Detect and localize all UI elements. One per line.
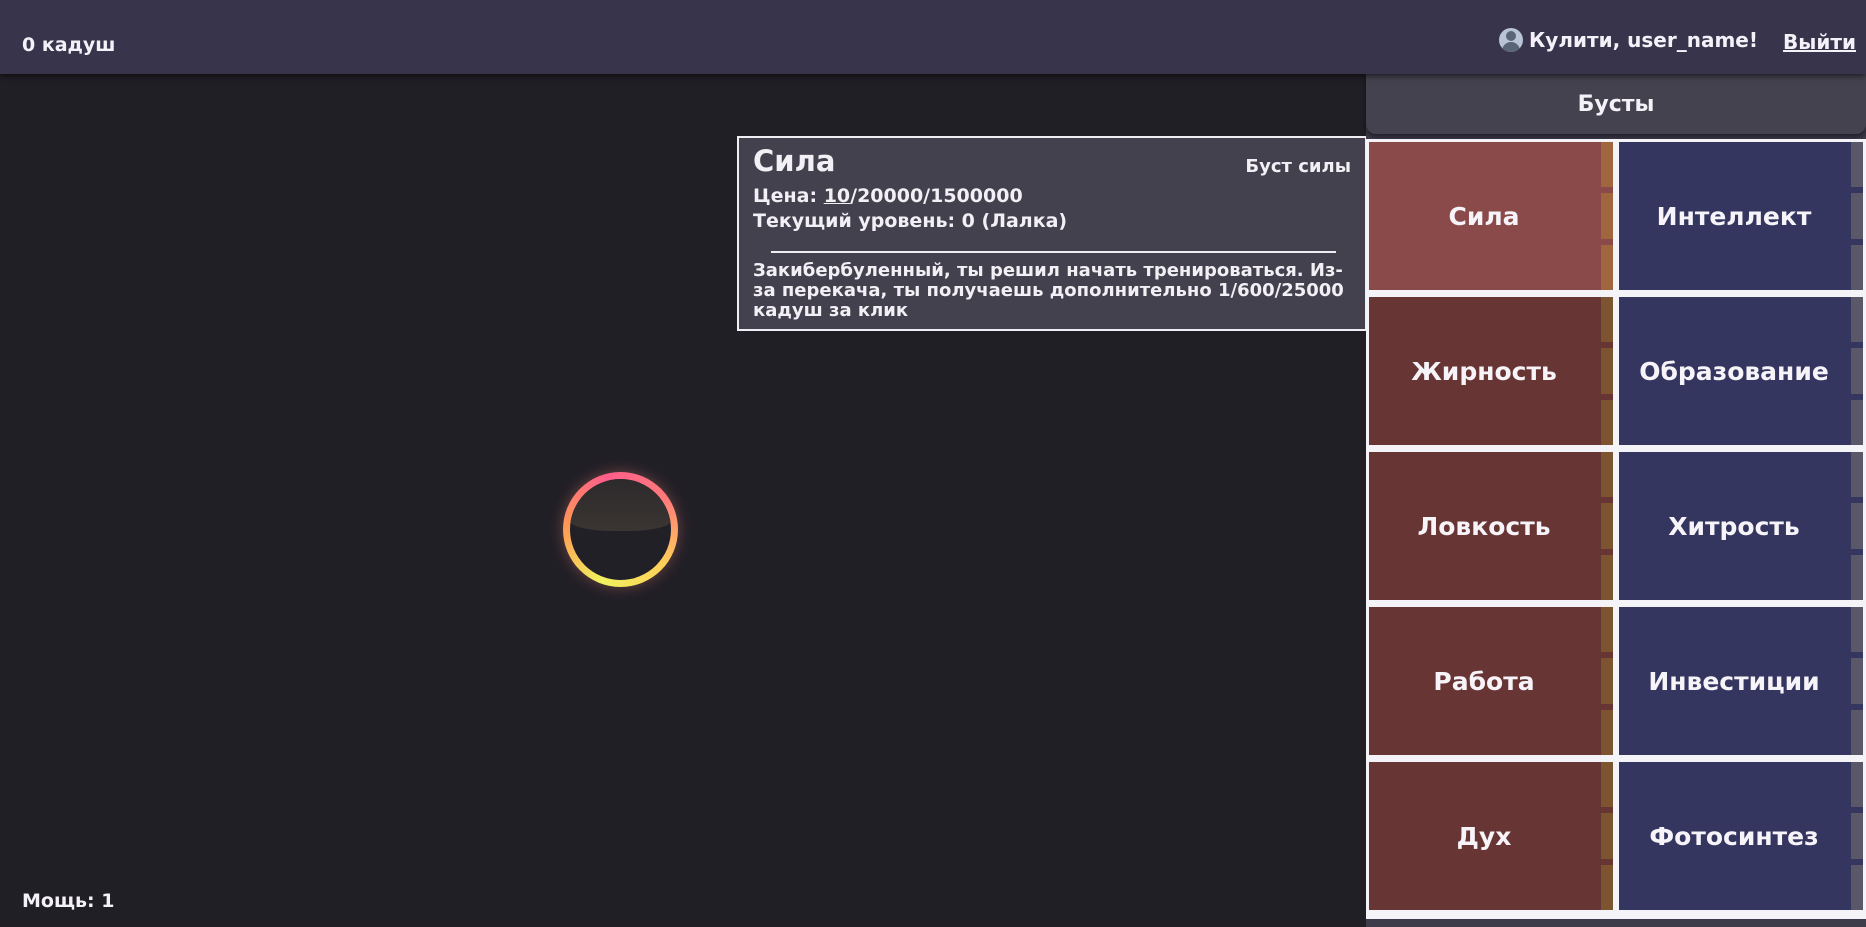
boost-level-pip — [1851, 244, 1863, 290]
boost-level-pip — [1851, 607, 1863, 653]
boost-level-pip — [1601, 244, 1613, 290]
boost-tile[interactable]: Хитрость — [1619, 452, 1863, 600]
boost-level-pip — [1851, 452, 1863, 498]
boost-level-pip — [1601, 709, 1613, 755]
tooltip-price: Цена: 10/20000/1500000 — [753, 185, 1023, 207]
power-stat: Мощь: 1 — [22, 890, 115, 912]
boost-level-pip — [1601, 762, 1613, 808]
boost-level-pip — [1601, 193, 1613, 239]
price-rest: /20000/1500000 — [850, 185, 1023, 207]
boosts-panel: Бусты Сила Интеллект Жирность Образование Ло… — [1366, 74, 1866, 927]
boost-tile-label: Интеллект — [1656, 201, 1812, 231]
boost-tile-label: Работа — [1433, 666, 1535, 696]
user-greeting: Кулити, user_name! — [1498, 28, 1758, 52]
boost-level-pip — [1851, 348, 1863, 394]
boost-level-pip — [1601, 142, 1613, 188]
boost-tile[interactable]: Интеллект — [1619, 142, 1863, 290]
boost-tile-label: Хитрость — [1668, 511, 1800, 541]
boosts-grid: Сила Интеллект Жирность Образование Ловкость… — [1366, 139, 1866, 919]
user-avatar-icon — [1498, 28, 1523, 52]
boost-tile-label: Сила — [1448, 201, 1520, 231]
tooltip-title: Сила — [753, 144, 836, 178]
boost-level-pip — [1601, 348, 1613, 394]
boosts-panel-title: Бусты — [1366, 74, 1866, 134]
boost-tile[interactable]: Сила — [1369, 142, 1613, 290]
boost-tooltip: Сила Буст силы Цена: 10/20000/1500000 Те… — [737, 136, 1367, 331]
boost-level-pip — [1601, 399, 1613, 445]
boost-level-indicator — [1851, 297, 1863, 445]
boost-level-indicator — [1851, 452, 1863, 600]
top-bar: 0 кадуш Кулити, user_name! Выйти — [0, 0, 1866, 74]
boost-level-pip — [1851, 658, 1863, 704]
boost-level-pip — [1851, 762, 1863, 808]
boost-level-pip — [1851, 864, 1863, 910]
boost-level-pip — [1601, 864, 1613, 910]
boost-level-pip — [1851, 193, 1863, 239]
boost-tile[interactable]: Работа — [1369, 607, 1613, 755]
click-circle-inner — [570, 479, 671, 580]
boost-level-pip — [1601, 813, 1613, 859]
boost-level-pip — [1851, 813, 1863, 859]
boost-tile[interactable]: Образование — [1619, 297, 1863, 445]
tooltip-level: Текущий уровень: 0 (Лалка) — [753, 210, 1068, 232]
boost-tile-label: Образование — [1639, 356, 1829, 386]
boost-level-indicator — [1851, 142, 1863, 290]
boost-tile[interactable]: Инвестиции — [1619, 607, 1863, 755]
price-label: Цена: — [753, 185, 824, 207]
boost-level-indicator — [1601, 452, 1613, 600]
balance-counter: 0 кадуш — [22, 34, 116, 56]
logout-link[interactable]: Выйти — [1783, 30, 1856, 54]
boost-level-pip — [1851, 399, 1863, 445]
tooltip-divider — [771, 251, 1336, 253]
boost-level-pip — [1601, 554, 1613, 600]
boost-level-indicator — [1601, 297, 1613, 445]
boost-tile-label: Ловкость — [1417, 511, 1551, 541]
price-current: 10 — [823, 185, 851, 207]
tooltip-boost-type: Буст силы — [1245, 156, 1351, 177]
boost-level-pip — [1601, 297, 1613, 343]
boost-tile[interactable]: Дух — [1369, 762, 1613, 910]
boost-level-pip — [1601, 503, 1613, 549]
boost-tile-label: Дух — [1456, 821, 1512, 851]
tooltip-description: Закибербуленный, ты решил начать трениро… — [753, 260, 1344, 321]
boost-tile[interactable]: Ловкость — [1369, 452, 1613, 600]
boost-tile-label: Жирность — [1411, 356, 1557, 386]
boost-level-pip — [1851, 142, 1863, 188]
boost-level-pip — [1851, 709, 1863, 755]
boost-level-pip — [1601, 452, 1613, 498]
boost-level-indicator — [1851, 607, 1863, 755]
boost-tile-label: Фотосинтез — [1649, 821, 1819, 851]
boost-level-pip — [1601, 658, 1613, 704]
boost-tile[interactable]: Жирность — [1369, 297, 1613, 445]
boost-level-pip — [1601, 607, 1613, 653]
boost-level-pip — [1851, 297, 1863, 343]
click-circle-button[interactable] — [563, 472, 678, 587]
boost-level-indicator — [1601, 607, 1613, 755]
boost-level-indicator — [1851, 762, 1863, 910]
boost-level-pip — [1851, 503, 1863, 549]
boost-tile[interactable]: Фотосинтез — [1619, 762, 1863, 910]
boost-level-indicator — [1601, 762, 1613, 910]
boost-level-indicator — [1601, 142, 1613, 290]
greeting-text: Кулити, user_name! — [1528, 28, 1758, 52]
boost-level-pip — [1851, 554, 1863, 600]
boost-tile-label: Инвестиции — [1648, 666, 1820, 696]
